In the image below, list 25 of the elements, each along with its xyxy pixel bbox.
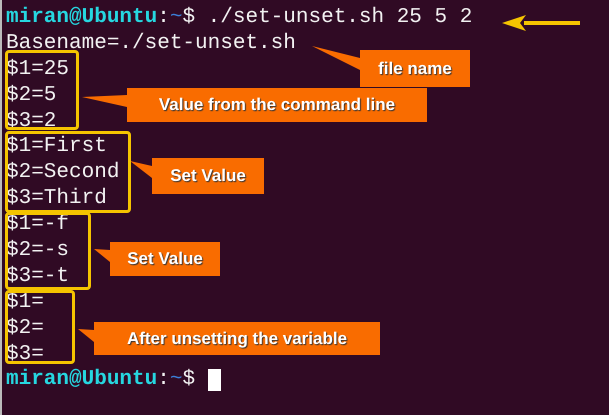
callout-pointer: [312, 46, 360, 70]
output-line: $3=Third: [6, 186, 107, 212]
callout-pointer: [130, 161, 152, 178]
output-line: $1=First: [6, 134, 107, 160]
output-line: $2=-s: [6, 238, 70, 264]
output-line: $2=: [6, 316, 44, 342]
callout-label: Set Value: [152, 158, 264, 194]
output-line: $1=: [6, 290, 44, 316]
output-line: $2=5: [6, 82, 56, 109]
shell-prompt: miran@Ubuntu:~$: [6, 367, 196, 394]
output-line: $1=25: [6, 56, 70, 83]
shell-prompt: miran@Ubuntu:~$: [6, 5, 196, 31]
arrow-icon: [502, 15, 580, 31]
output-line: $3=: [6, 342, 44, 368]
callout-pointer: [94, 249, 110, 262]
output-line: Basename=./set-unset.sh: [6, 30, 296, 57]
callout-label: Value from the command line: [127, 88, 427, 122]
callout-pointer: [78, 329, 94, 342]
callout-label: Set Value: [110, 242, 220, 276]
callout-pointer: [82, 95, 127, 107]
callout-label: After unsetting the variable: [94, 322, 380, 355]
output-line: $3=2: [6, 108, 56, 134]
output-line: $3=-t: [6, 264, 70, 290]
command-text: ./set-unset.sh 25 5 2: [208, 5, 472, 31]
output-line: $2=Second: [6, 160, 120, 186]
